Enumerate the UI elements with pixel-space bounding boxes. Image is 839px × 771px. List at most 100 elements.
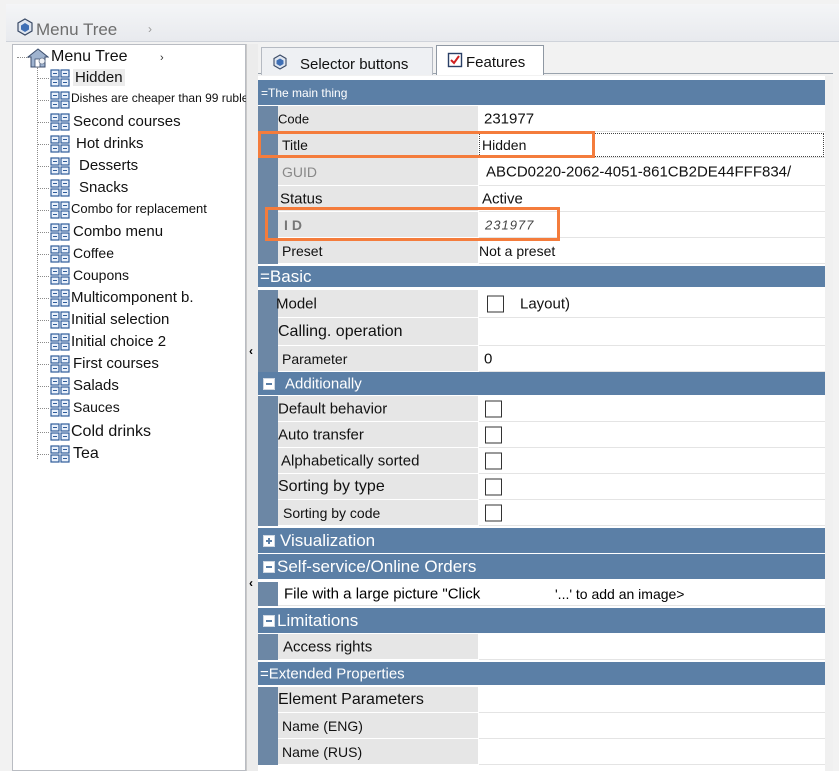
- tree-item[interactable]: Snacks: [37, 177, 247, 199]
- tree-item[interactable]: Initial choice 2: [37, 331, 247, 353]
- property-value[interactable]: [479, 739, 825, 765]
- category-visualization[interactable]: Visualization: [258, 528, 825, 554]
- tree-item[interactable]: Dishes are cheaper than 99 rubles.: [37, 89, 258, 111]
- category-limitations[interactable]: Limitations: [258, 608, 825, 634]
- tab-features[interactable]: Features: [436, 45, 544, 75]
- tree-connector: [37, 78, 49, 79]
- auto-transfer-checkbox[interactable]: [485, 426, 502, 443]
- property-value[interactable]: [479, 687, 825, 713]
- property-row-guid[interactable]: GUID ABCD0220-2062-4051-861CB2DE44FFF834…: [258, 158, 825, 186]
- default-behavior-checkbox[interactable]: [485, 400, 502, 417]
- tree-item-label: Tea: [73, 445, 99, 462]
- row-margin: [258, 634, 278, 660]
- collapse-left-arrow-icon[interactable]: ‹: [249, 576, 253, 590]
- property-value[interactable]: Layout): [479, 290, 825, 318]
- collapse-icon[interactable]: [263, 377, 275, 390]
- tree-item[interactable]: Coffee: [37, 243, 247, 265]
- property-value[interactable]: [479, 396, 825, 422]
- property-value[interactable]: ABCD0220-2062-4051-861CB2DE44FFF834/: [479, 158, 825, 186]
- tree-item[interactable]: Multicomponent b.: [37, 287, 247, 309]
- title-separator: ›: [148, 22, 152, 36]
- property-row-code[interactable]: Code 231977: [258, 106, 825, 132]
- property-row-name-rus[interactable]: Name (RUS): [258, 739, 825, 765]
- category-title: Self-service/Online Orders: [277, 556, 477, 576]
- property-value[interactable]: [479, 422, 825, 448]
- property-row-parameter[interactable]: Parameter 0: [258, 346, 825, 372]
- tree-item[interactable]: First courses: [37, 353, 247, 375]
- tree-item[interactable]: Hot drinks: [37, 133, 247, 155]
- tree-item[interactable]: Tea: [37, 443, 247, 465]
- property-row-calling-operation[interactable]: Calling. operation: [258, 318, 825, 346]
- property-row-access-rights[interactable]: Access rights: [258, 634, 825, 660]
- property-row-sorting-by-type[interactable]: Sorting by type: [258, 474, 825, 500]
- tree-item[interactable]: Sauces: [37, 397, 247, 419]
- category-self-service[interactable]: Self-service/Online Orders: [258, 554, 825, 580]
- highlight-outline-title: [258, 131, 595, 158]
- category-extended-properties[interactable]: =Extended Properties: [258, 662, 825, 686]
- tree-item[interactable]: Combo for replacement: [37, 199, 247, 221]
- property-row-sorting-by-code[interactable]: Sorting by code: [258, 500, 825, 526]
- category-additionally[interactable]: Additionally: [258, 372, 825, 396]
- tree-item[interactable]: Combo menu: [37, 221, 247, 243]
- property-row-alphabetically-sorted[interactable]: Alphabetically sorted: [258, 448, 825, 474]
- menu-grid-icon: [50, 445, 70, 463]
- category-title: Additionally: [285, 375, 362, 392]
- tab-selector-buttons[interactable]: Selector buttons: [261, 47, 433, 75]
- menu-grid-icon: [50, 399, 70, 417]
- property-value[interactable]: [479, 634, 825, 660]
- tree-item-label: Desserts: [79, 157, 139, 174]
- tree-item[interactable]: Second courses: [37, 111, 247, 133]
- property-row-default-behavior[interactable]: Default behavior: [258, 396, 825, 422]
- sorting-by-code-checkbox[interactable]: [485, 504, 502, 521]
- tree-item-label: Hot drinks: [76, 135, 144, 152]
- panel-splitter[interactable]: ‹ ‹: [246, 44, 258, 771]
- property-key: Name (RUS): [278, 739, 478, 765]
- menu-grid-icon: [50, 69, 70, 87]
- property-value[interactable]: [479, 474, 825, 500]
- tree-item[interactable]: Coupons: [37, 265, 247, 287]
- highlight-outline-id: [265, 207, 560, 241]
- menu-grid-icon: [50, 135, 70, 153]
- tree-item[interactable]: Hidden: [37, 67, 247, 89]
- tree-item-label: Multicomponent b.: [71, 289, 194, 306]
- menu-grid-icon: [50, 113, 70, 131]
- property-value[interactable]: File with a large picture "Click '...' t…: [278, 582, 825, 606]
- category-basic[interactable]: =Basic: [258, 266, 825, 288]
- row-margin: [258, 687, 278, 713]
- collapse-icon[interactable]: [263, 560, 275, 573]
- model-checkbox[interactable]: [487, 295, 504, 312]
- property-row-large-picture[interactable]: File with a large picture "Click '...' t…: [258, 582, 825, 606]
- category-main[interactable]: =The main thing: [258, 80, 825, 106]
- tree-item[interactable]: Cold drinks: [37, 421, 247, 443]
- collapse-left-arrow-icon[interactable]: ‹: [249, 344, 253, 358]
- tree-connector: [37, 276, 49, 277]
- menu-tree-panel[interactable]: Menu Tree › Hidden Dishes are cheaper tha…: [12, 44, 258, 771]
- property-row-element-parameters[interactable]: Element Parameters: [258, 687, 825, 713]
- property-row-auto-transfer[interactable]: Auto transfer: [258, 422, 825, 448]
- row-margin: [258, 500, 278, 526]
- property-row-model[interactable]: Model Layout): [258, 290, 825, 318]
- collapse-icon[interactable]: [263, 614, 275, 627]
- alphabetically-sorted-checkbox[interactable]: [485, 452, 502, 469]
- row-margin: [258, 474, 278, 500]
- property-value[interactable]: [479, 448, 825, 474]
- property-value[interactable]: 231977: [479, 106, 825, 132]
- tree-item[interactable]: Initial selection: [37, 309, 247, 331]
- tree-item-label: Dishes are cheaper than 99 rubles.: [71, 91, 258, 105]
- property-value[interactable]: [479, 713, 825, 739]
- property-value[interactable]: 0: [479, 346, 825, 372]
- row-margin: [258, 739, 278, 765]
- file-picture-hint: '...' to add an image>: [555, 585, 685, 602]
- property-value[interactable]: Not a preset: [479, 238, 825, 264]
- property-grid[interactable]: =The main thing Code 231977 Title Hidden…: [258, 76, 825, 771]
- vertical-scrollbar[interactable]: [825, 76, 833, 771]
- property-value[interactable]: [479, 318, 825, 346]
- property-value[interactable]: [479, 500, 825, 526]
- property-row-name-eng[interactable]: Name (ENG): [258, 713, 825, 739]
- tree-item[interactable]: Desserts: [37, 155, 247, 177]
- sorting-by-type-checkbox[interactable]: [485, 478, 502, 495]
- property-row-preset[interactable]: Preset Not a preset: [258, 238, 825, 264]
- expand-icon[interactable]: [263, 534, 275, 547]
- tree-root-label: Menu Tree: [51, 48, 128, 65]
- tree-item[interactable]: Salads: [37, 375, 247, 397]
